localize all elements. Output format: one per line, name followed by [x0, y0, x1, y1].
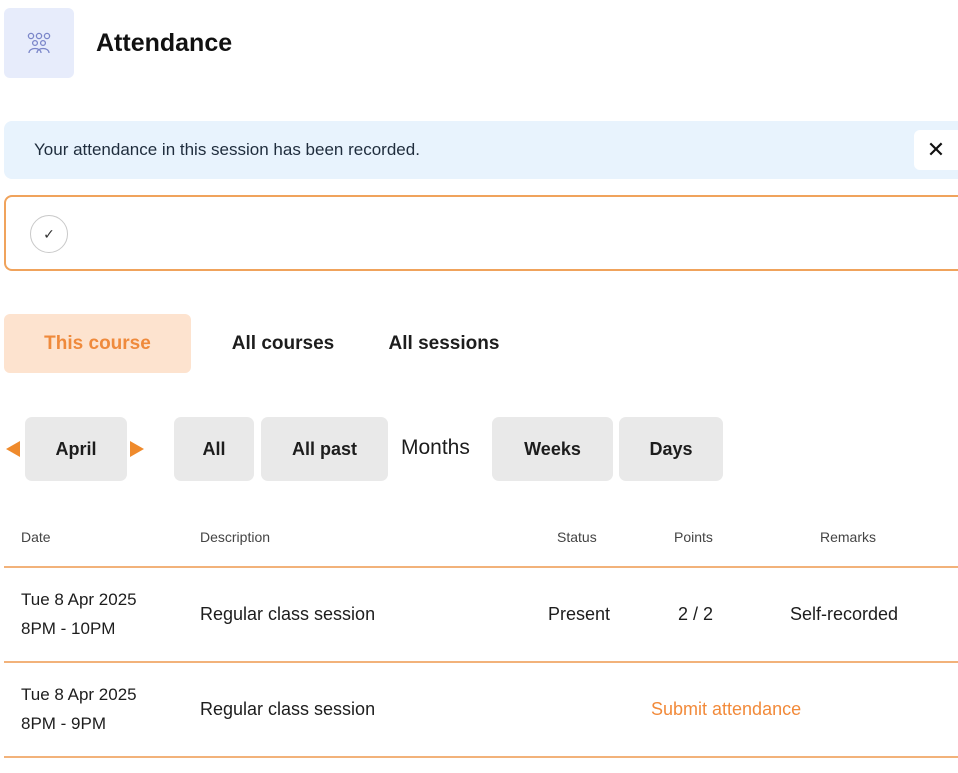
tab-all-sessions[interactable]: All sessions	[375, 314, 513, 373]
alert-message: Your attendance in this session has been…	[34, 140, 420, 159]
scope-tabs: This course All courses All sessions	[4, 314, 513, 373]
tab-all-courses[interactable]: All courses	[191, 314, 375, 373]
recorded-status-box: ✓	[4, 195, 958, 271]
filter-months-option[interactable]: Months	[401, 436, 470, 460]
column-header-points: Points	[674, 529, 713, 545]
page-title: Attendance	[96, 28, 233, 57]
row-points: 2 / 2	[678, 604, 714, 624]
filter-all-past-button[interactable]: All past	[261, 417, 388, 481]
table-divider	[4, 756, 958, 758]
group-icon	[4, 8, 74, 78]
row-date-day: Tue 8 Apr 2025	[21, 685, 137, 704]
column-header-description: Description	[200, 529, 271, 545]
column-header-remarks: Remarks	[820, 529, 877, 545]
submit-attendance-link[interactable]: Submit attendance	[651, 699, 801, 720]
filter-weeks-button[interactable]: Weeks	[492, 417, 613, 481]
row-description: Regular class session	[200, 699, 376, 719]
month-button[interactable]: April	[25, 417, 127, 481]
row-date: Tue 8 Apr 2025 8PM - 10PM	[21, 585, 137, 643]
column-header-date: Date	[21, 529, 51, 545]
row-date-day: Tue 8 Apr 2025	[21, 590, 137, 609]
page-header: Attendance	[4, 8, 232, 78]
tab-this-course[interactable]: This course	[4, 314, 191, 373]
period-filters: April All All past Months Weeks Days	[0, 417, 958, 481]
row-status: Present	[548, 604, 611, 624]
row-date: Tue 8 Apr 2025 8PM - 9PM	[21, 680, 137, 738]
table-divider	[4, 661, 958, 663]
table-divider	[4, 566, 958, 568]
success-alert: Your attendance in this session has been…	[4, 121, 958, 179]
filter-all-button[interactable]: All	[174, 417, 254, 481]
row-date-time: 8PM - 9PM	[21, 714, 107, 733]
next-month-arrow-icon[interactable]	[130, 441, 144, 457]
filter-days-button[interactable]: Days	[619, 417, 723, 481]
row-date-time: 8PM - 10PM	[21, 619, 116, 638]
previous-month-arrow-icon[interactable]	[6, 441, 20, 457]
row-remarks: Self-recorded	[790, 604, 899, 624]
column-header-status: Status	[557, 529, 597, 545]
checkmark-icon: ✓	[30, 215, 68, 253]
close-icon[interactable]: ✕	[914, 130, 958, 170]
row-description: Regular class session	[200, 604, 376, 624]
